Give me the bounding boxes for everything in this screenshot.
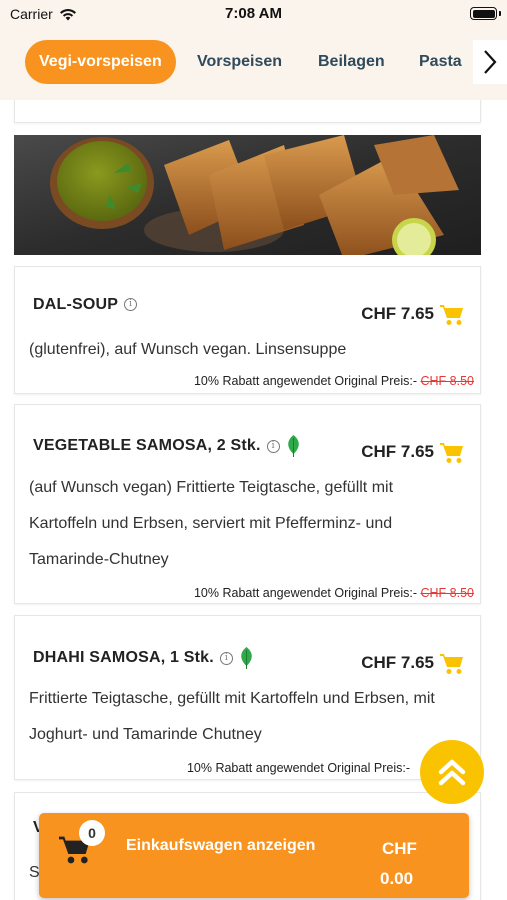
cart-bar-label: Einkaufswagen anzeigen <box>126 837 316 854</box>
menu-item-card[interactable]: VEGETABLE SAMOSA, 2 Stk. i CHF 7.65 (auf … <box>14 404 481 604</box>
item-description: Frittierte Teigtasche, gefüllt mit Karto… <box>29 690 435 743</box>
view-cart-button[interactable]: 0 Einkaufswagen anzeigen CHF 0.00 <box>39 813 469 898</box>
add-to-cart-icon[interactable] <box>440 442 464 464</box>
tab-vorspeisen[interactable]: Vorspeisen <box>197 40 282 84</box>
vegan-leaf-icon <box>287 435 299 457</box>
vegan-leaf-icon <box>241 647 252 669</box>
info-icon[interactable]: i <box>266 439 280 453</box>
tab-pasta[interactable]: Pasta <box>419 40 462 84</box>
item-name: VEGETABLE SAMOSA, 2 Stk. i <box>33 435 301 457</box>
item-name: DAL-SOUP i <box>33 296 138 314</box>
original-price: CHF 8.50 <box>420 586 475 600</box>
status-time: 7:08 AM <box>225 5 282 22</box>
scroll-to-top-button[interactable] <box>420 740 484 804</box>
cart-total: 0.00 <box>380 869 414 888</box>
item-price: CHF 7.65 <box>361 442 434 461</box>
menu-item-card[interactable]: DHAHI SAMOSA, 1 Stk. i CHF 7.65 Frittiert… <box>14 615 481 780</box>
double-chevron-up-icon <box>438 759 466 786</box>
category-header-card <box>14 100 481 123</box>
category-banner-image <box>14 135 481 255</box>
item-price: CHF 7.65 <box>361 304 434 323</box>
status-bar: Carrier 7:08 AM <box>0 0 507 28</box>
discount-note: 10% Rabatt angewendet Original Preis:- <box>186 761 410 775</box>
add-to-cart-icon[interactable] <box>440 304 464 326</box>
category-nav: Vegi-vorspeisen Vorspeisen Beilagen Past… <box>0 28 507 100</box>
item-description: (glutenfrei), auf Wunsch vegan. Linsensu… <box>29 341 347 358</box>
item-name: DHAHI SAMOSA, 1 Stk. i <box>33 647 254 669</box>
chevron-right-icon[interactable] <box>473 40 507 84</box>
tab-vegi-vorspeisen[interactable]: Vegi-vorspeisen <box>25 40 176 84</box>
battery-icon <box>470 7 497 20</box>
add-to-cart-icon[interactable] <box>440 653 464 675</box>
info-icon[interactable]: i <box>219 651 233 665</box>
item-price: CHF 7.65 <box>361 653 434 672</box>
menu-item-card[interactable]: DAL-SOUP i CHF 7.65 (glutenfrei), auf Wun… <box>14 266 481 394</box>
discount-note: 10% Rabatt angewendet Original Preis:- C… <box>193 586 475 600</box>
item-description: (auf Wunsch vegan) Frittierte Teigtasche… <box>29 479 394 568</box>
original-price: CHF 8.50 <box>420 374 475 388</box>
tab-beilagen[interactable]: Beilagen <box>318 40 385 84</box>
cart-currency: CHF <box>382 839 417 858</box>
cart-count-badge: 0 <box>79 820 105 846</box>
info-icon[interactable]: i <box>124 298 138 312</box>
battery-tip <box>499 11 501 16</box>
discount-note: 10% Rabatt angewendet Original Preis:- C… <box>193 374 475 388</box>
